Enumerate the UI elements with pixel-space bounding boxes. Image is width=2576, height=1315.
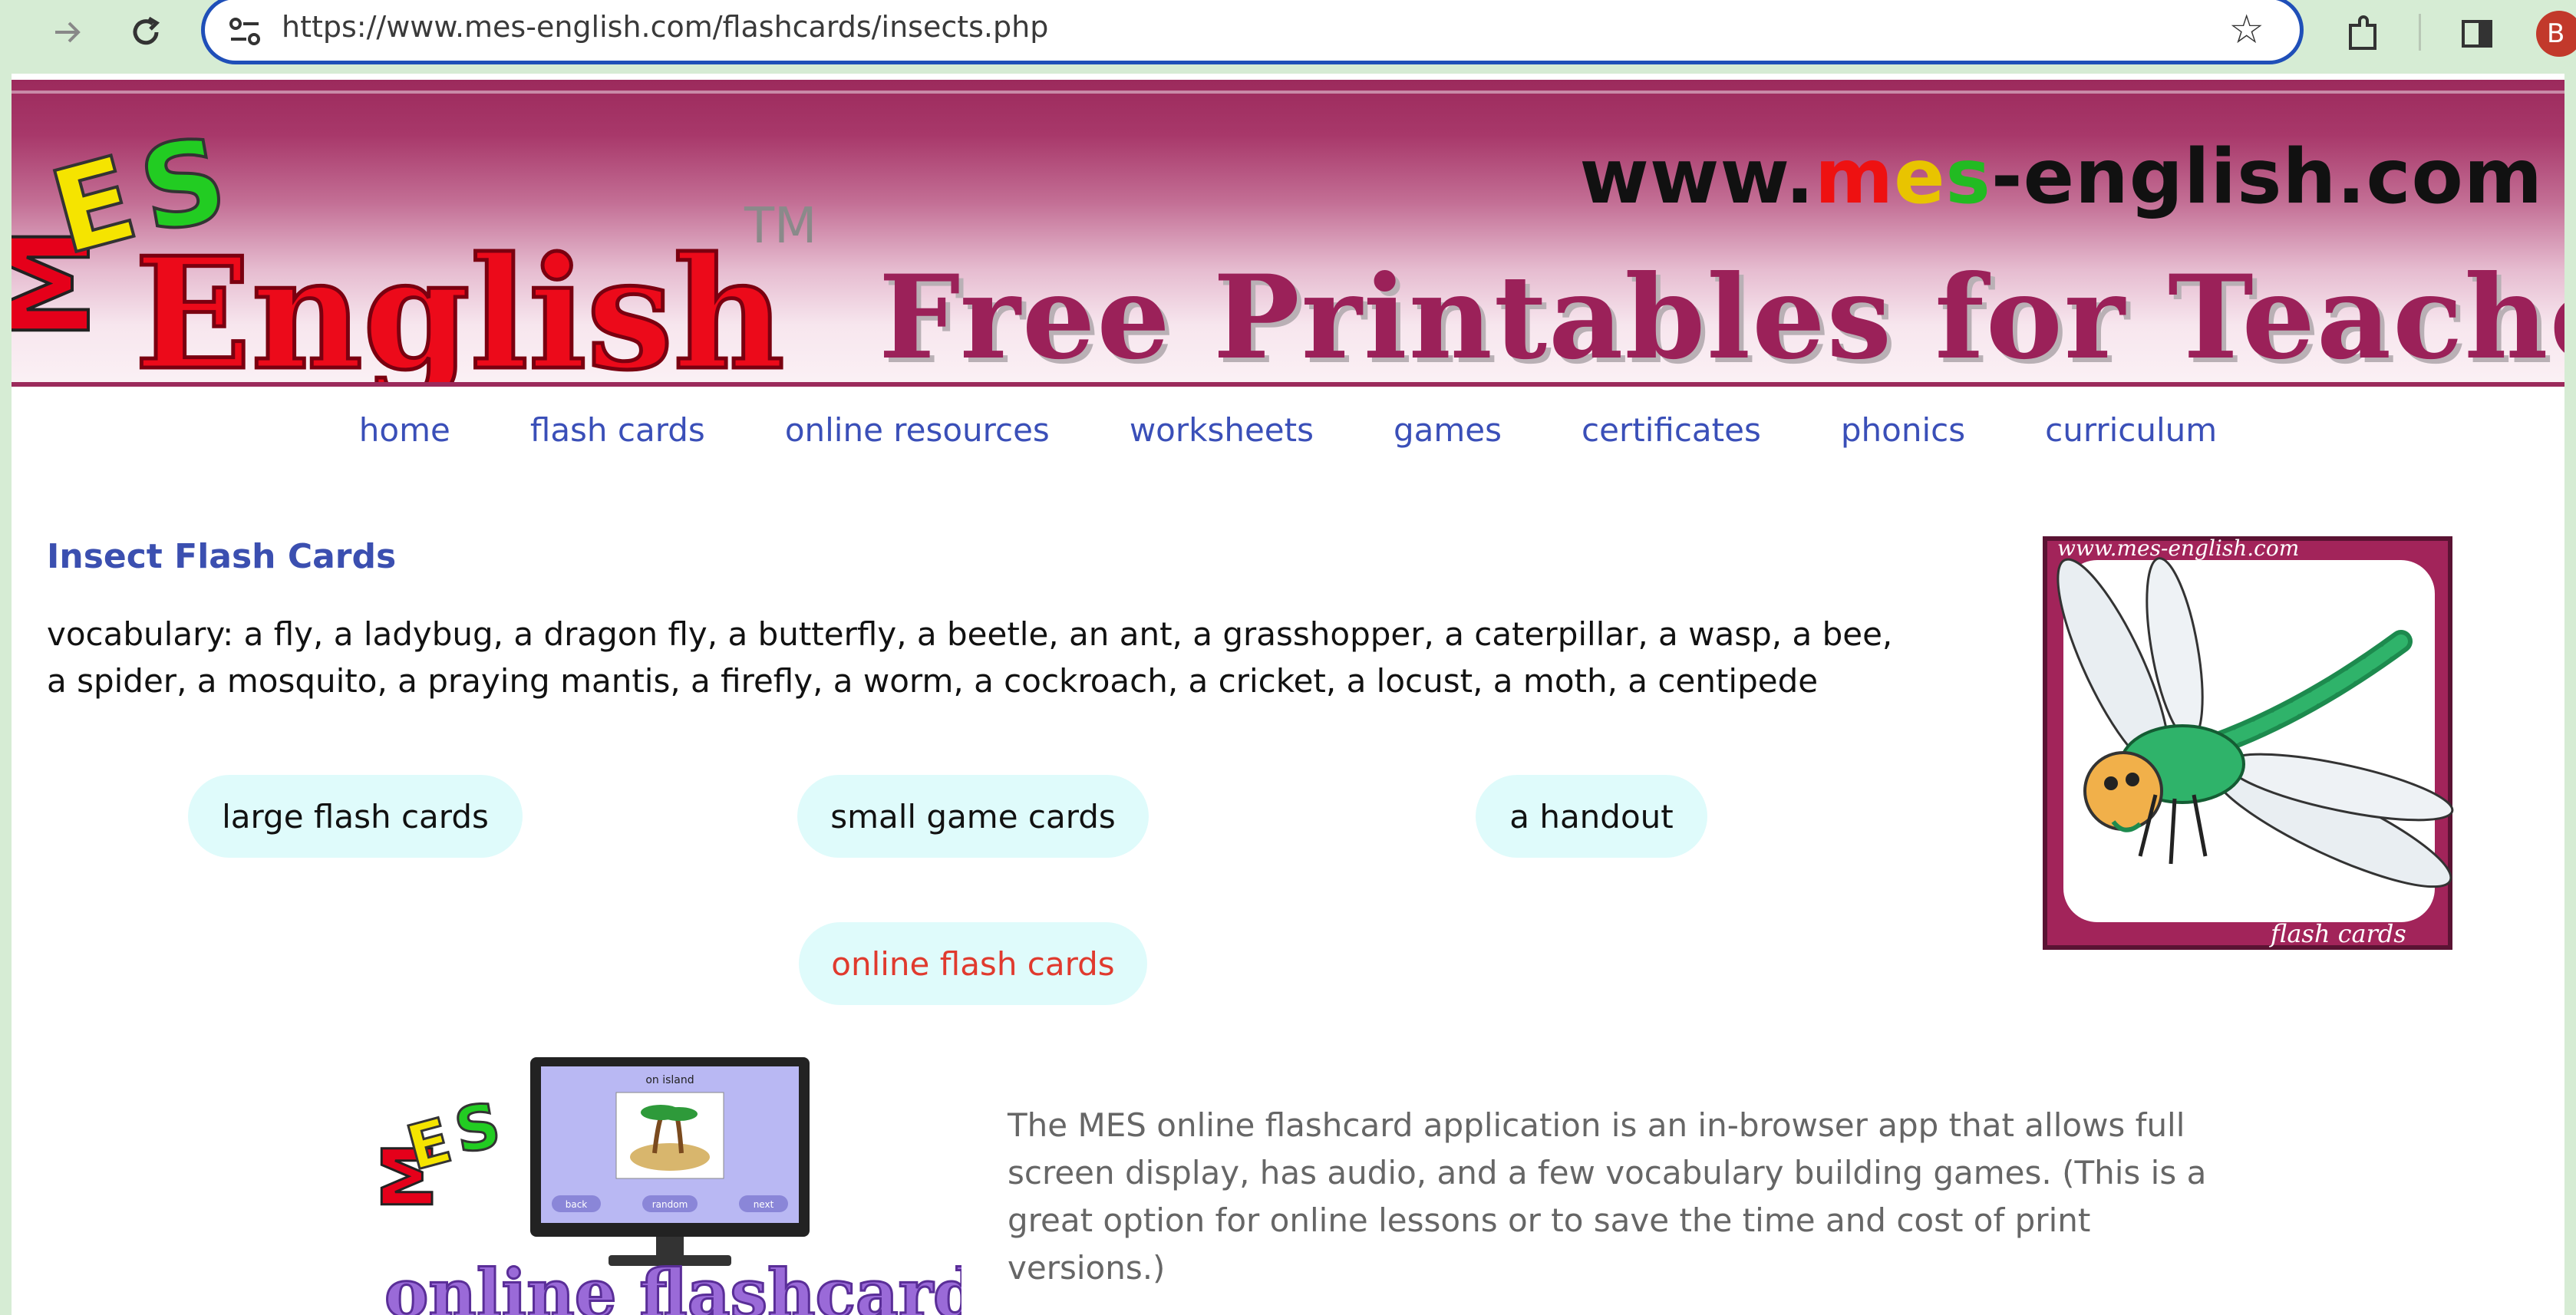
nav-online-resources[interactable]: online resources	[785, 411, 1050, 473]
banner-tagline: Free Printables for Teachers	[879, 250, 2564, 385]
nav-worksheets[interactable]: worksheets	[1130, 411, 1314, 473]
nav-phonics[interactable]: phonics	[1841, 411, 1965, 473]
vocabulary-text: vocabulary: a fly, a ladybug, a dragon f…	[47, 611, 1934, 704]
online-flash-cards-button[interactable]: online flash cards	[799, 922, 1147, 1005]
nav-certificates[interactable]: certificates	[1582, 411, 1761, 473]
url-text[interactable]: https://www.mes-english.com/flashcards/i…	[282, 10, 1048, 44]
nav-games[interactable]: games	[1394, 411, 1502, 473]
svg-text:English: English	[134, 224, 785, 387]
app-random-label: random	[652, 1199, 688, 1210]
app-description: The MES online flashcard application is …	[1008, 1106, 2207, 1287]
app-screen-title: on island	[645, 1074, 694, 1086]
reload-icon[interactable]	[121, 8, 170, 57]
page-title: Insect Flash Cards	[47, 537, 397, 576]
vocabulary-line-2: a spider, a mosquito, a praying mantis, …	[47, 662, 1819, 700]
app-back-label: back	[566, 1199, 588, 1210]
flashcard-caption: flash cards	[2269, 919, 2406, 948]
site-banner: M E S English TM www.mes-english.com Fre…	[12, 80, 2564, 387]
site-info-icon[interactable]	[225, 12, 266, 53]
address-bar[interactable]: https://www.mes-english.com/flashcards/i…	[201, 0, 2304, 64]
handout-button[interactable]: a handout	[1476, 775, 1707, 858]
app-next-label: next	[754, 1199, 774, 1210]
svg-text:TM: TM	[744, 198, 816, 255]
page-viewport: M E S English TM www.mes-english.com Fre…	[12, 74, 2564, 1315]
small-game-cards-button[interactable]: small game cards	[797, 775, 1149, 858]
vocabulary-line-1: vocabulary: a fly, a ladybug, a dragon f…	[47, 615, 1893, 653]
large-flash-cards-button[interactable]: large flash cards	[188, 775, 523, 858]
extensions-icon[interactable]	[2339, 9, 2388, 58]
svg-text:S: S	[450, 1089, 506, 1168]
nav-flash-cards[interactable]: flash cards	[530, 411, 705, 473]
nav-curriculum[interactable]: curriculum	[2045, 411, 2217, 473]
app-logo-text: online flashcards	[384, 1255, 961, 1315]
nav-home[interactable]: home	[359, 411, 450, 473]
forward-icon[interactable]	[43, 8, 92, 57]
bookmark-star-icon[interactable]: ☆	[2228, 7, 2264, 53]
banner-site-url: www.mes-english.com	[1579, 133, 2543, 221]
browser-toolbar: https://www.mes-english.com/flashcards/i…	[0, 0, 2576, 64]
mes-english-logo[interactable]: M E S English TM	[12, 80, 856, 387]
flashcard-site-text: www.mes-english.com	[2057, 536, 2299, 561]
profile-avatar[interactable]: B	[2536, 11, 2576, 57]
main-nav: home flash cards online resources worksh…	[12, 411, 2564, 473]
toolbar-divider	[2419, 14, 2421, 51]
side-panel-icon[interactable]	[2452, 9, 2502, 58]
dragonfly-flashcard-image[interactable]: www.mes-english.com flash cards	[2040, 534, 2455, 952]
online-flashcards-app-image[interactable]: M E S on island back random next online …	[378, 1057, 961, 1315]
